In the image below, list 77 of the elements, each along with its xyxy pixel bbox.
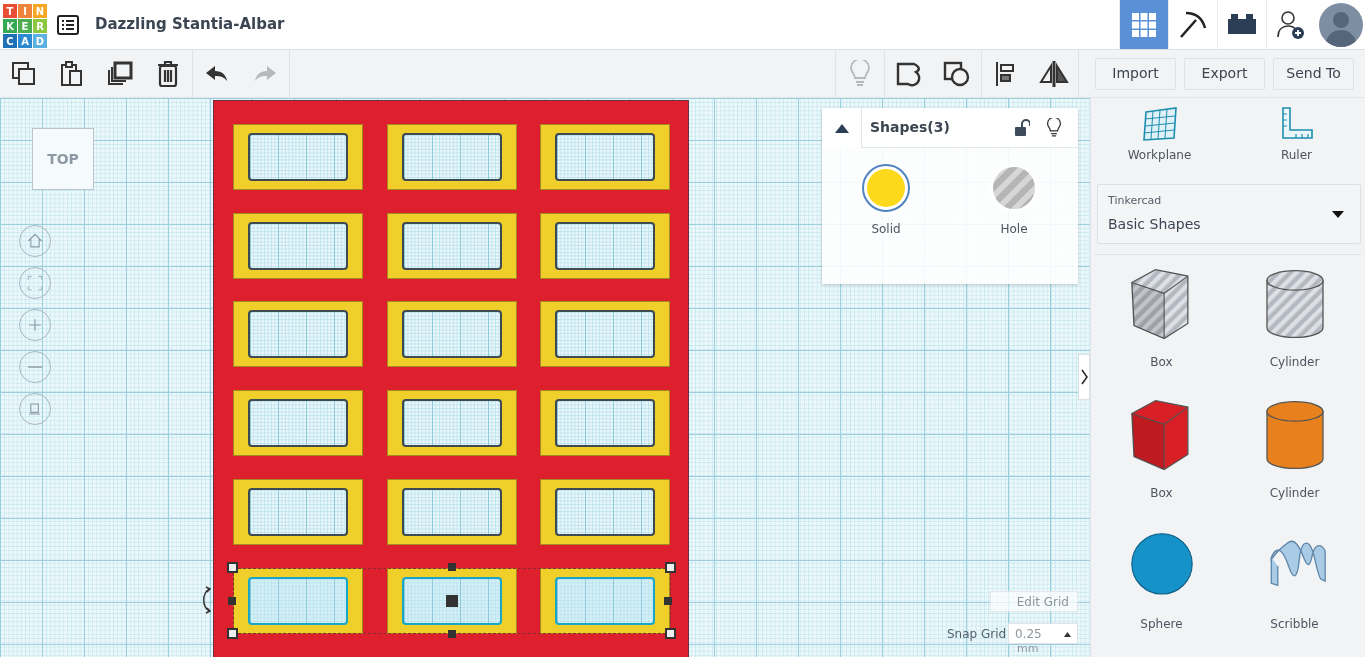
frame-shape[interactable] xyxy=(540,390,670,457)
frame-shape[interactable] xyxy=(386,567,517,634)
mirror-icon xyxy=(1038,59,1070,88)
frame-shape[interactable] xyxy=(233,301,363,368)
inspector-title: Shapes(3) xyxy=(870,118,951,137)
action-button[interactable]: Import xyxy=(1095,57,1176,90)
frame-shape[interactable] xyxy=(540,124,670,190)
logo-letter: K xyxy=(3,19,17,33)
avatar-icon[interactable] xyxy=(1319,2,1363,47)
ungroup-icon xyxy=(943,59,971,88)
caret-icon xyxy=(1332,211,1344,218)
logo-letter: N xyxy=(33,4,47,18)
brick-icon xyxy=(1227,13,1257,36)
fit-view-icon xyxy=(25,273,45,293)
option-label: Hole xyxy=(1000,221,1028,238)
collapse-button[interactable] xyxy=(822,107,862,148)
frame-shape[interactable] xyxy=(540,301,670,368)
resize-handle[interactable] xyxy=(448,629,456,638)
resize-handle[interactable] xyxy=(665,561,676,573)
frame-shape[interactable] xyxy=(233,212,363,279)
logo-letter: T xyxy=(3,4,17,18)
frame-shape[interactable] xyxy=(386,212,517,279)
frame-shape[interactable] xyxy=(233,567,363,634)
frame-shape[interactable] xyxy=(233,124,363,190)
shape-tile[interactable]: Box xyxy=(1095,257,1228,388)
panel-toggle-button[interactable] xyxy=(1078,354,1090,400)
logo-letter: D xyxy=(33,34,47,48)
frame-shape[interactable] xyxy=(540,212,670,279)
action-button[interactable]: Send To xyxy=(1273,57,1354,90)
option-label: Solid xyxy=(871,221,901,238)
frame-shape[interactable] xyxy=(386,124,517,190)
trash-icon xyxy=(156,59,180,88)
resize-handle[interactable] xyxy=(227,627,238,639)
resize-handle[interactable] xyxy=(227,561,238,573)
logo-letter: R xyxy=(33,19,47,33)
design-title: Dazzling Stantia-Albar xyxy=(95,14,285,36)
copy-icon xyxy=(11,60,37,87)
caret-icon xyxy=(1064,631,1071,637)
shape-tile[interactable]: Scribble xyxy=(1228,519,1361,650)
caret-icon xyxy=(834,123,849,133)
resize-handle[interactable] xyxy=(665,627,676,639)
duplicate-icon xyxy=(106,59,134,88)
logo-letter: E xyxy=(18,19,32,33)
workplane-icon xyxy=(1141,106,1178,142)
frame-shape[interactable] xyxy=(233,390,363,457)
frame-shape[interactable] xyxy=(233,478,363,545)
chevron-icon xyxy=(1080,369,1088,385)
solid-button[interactable] xyxy=(862,164,910,212)
resize-handle[interactable] xyxy=(448,562,456,571)
shape-tile[interactable]: Cylinder xyxy=(1228,388,1361,519)
shape-tile[interactable]: Box xyxy=(1095,388,1228,519)
frame-shape[interactable] xyxy=(540,567,670,634)
shape-tile[interactable]: Cylinder xyxy=(1228,257,1361,388)
lightbulb-icon[interactable] xyxy=(1046,118,1062,138)
logo-letter: I xyxy=(18,4,32,18)
lightbulb-icon xyxy=(849,59,871,88)
clipboard-icon xyxy=(60,60,84,87)
library-dropdown[interactable]: Tinkercad Basic Shapes xyxy=(1097,184,1361,244)
action-button[interactable]: Export xyxy=(1184,57,1265,90)
logo-letter: C xyxy=(3,34,17,48)
add-user-icon xyxy=(1276,9,1306,40)
pickaxe-icon xyxy=(1178,9,1208,40)
unit-label: mm xyxy=(1017,641,1039,657)
frame-shape[interactable] xyxy=(386,478,517,545)
workplane-button[interactable]: Workplane xyxy=(1099,98,1220,180)
frame-shape[interactable] xyxy=(540,478,670,545)
resize-handle[interactable] xyxy=(664,596,672,605)
frame-shape[interactable] xyxy=(386,390,517,457)
shape-tile[interactable]: Sphere xyxy=(1095,519,1228,650)
ruler-button[interactable]: Ruler xyxy=(1236,98,1357,180)
grid-icon xyxy=(1132,12,1156,37)
menu-icon[interactable] xyxy=(57,15,79,35)
resize-handle[interactable] xyxy=(228,596,236,605)
snap-grid-label: Snap Grid xyxy=(947,626,1007,643)
unlock-icon[interactable] xyxy=(1014,119,1030,137)
frame-shape[interactable] xyxy=(386,301,517,368)
logo-letter: A xyxy=(18,34,32,48)
